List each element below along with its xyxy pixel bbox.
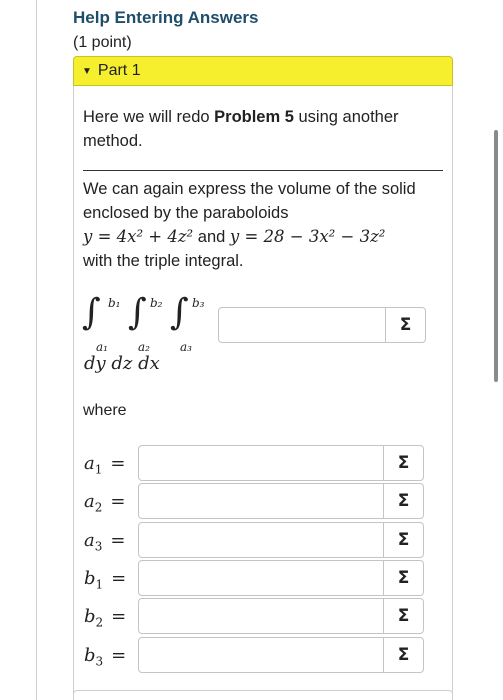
upper-limit-2: b₂ — [150, 296, 163, 310]
integral-sign-2: ∫ — [128, 292, 147, 333]
sigma-icon[interactable]: Σ — [383, 446, 423, 480]
integrand-input[interactable] — [219, 308, 385, 342]
intro-text: Here we will redo Problem 5 using anothe… — [83, 108, 399, 150]
lower-limit-3: a₃ — [180, 340, 192, 354]
points-label: (1 point) — [73, 34, 132, 51]
sigma-icon[interactable]: Σ — [385, 308, 425, 342]
upper-limit-1: b₁ — [108, 296, 121, 310]
sigma-icon[interactable]: Σ — [383, 638, 423, 672]
limit-label-b3: b3 = — [84, 645, 127, 669]
lower-limit-1: a₁ — [96, 340, 108, 354]
problem-ref: Problem 5 — [214, 108, 294, 126]
limit-input-a3[interactable] — [139, 523, 383, 557]
integral-sign-1: ∫ — [82, 292, 101, 333]
page-title[interactable]: Help Entering Answers — [73, 8, 258, 28]
limit-input-a2[interactable] — [139, 484, 383, 518]
limit-input-a1[interactable] — [139, 446, 383, 480]
limit-label-a2: a2 = — [84, 491, 126, 515]
limit-answer-box-a2: Σ — [138, 483, 424, 519]
limit-input-b3[interactable] — [139, 638, 383, 672]
limit-input-b1[interactable] — [139, 561, 383, 595]
equation-1: y = 4x² + 4z² — [83, 227, 194, 246]
where-label: where — [83, 402, 127, 419]
limit-answer-box-a1: Σ — [138, 445, 424, 481]
sigma-icon[interactable]: Σ — [383, 523, 423, 557]
differentials: dy dz dx — [84, 353, 160, 374]
equation-2: y = 28 − 3x² − 3z² — [229, 227, 386, 246]
limit-label-b2: b2 = — [84, 606, 127, 630]
sigma-icon[interactable]: Σ — [383, 599, 423, 633]
sigma-icon[interactable]: Σ — [383, 561, 423, 595]
limit-label-b1: b1 = — [84, 568, 127, 592]
next-panel-edge — [73, 690, 453, 700]
triangle-down-icon: ▼ — [82, 65, 92, 77]
statement-text: We can again express the volume of the s… — [83, 180, 416, 270]
limit-answer-box-b1: Σ — [138, 560, 424, 596]
limit-answer-box-a3: Σ — [138, 522, 424, 558]
upper-limit-3: b₃ — [192, 296, 205, 310]
scrollbar[interactable] — [494, 130, 498, 382]
integral-sign-3: ∫ — [170, 292, 189, 333]
limit-answer-box-b3: Σ — [138, 637, 424, 673]
limit-answer-box-b2: Σ — [138, 598, 424, 634]
lower-limit-2: a₂ — [138, 340, 150, 354]
limit-label-a3: a3 = — [84, 530, 126, 554]
part-label: Part 1 — [97, 62, 141, 79]
sigma-icon[interactable]: Σ — [383, 484, 423, 518]
integrand-answer-box: Σ — [218, 307, 426, 343]
limit-label-a1: a1 = — [84, 453, 126, 477]
left-divider — [36, 0, 37, 700]
part-toggle[interactable]: ▼ Part 1 — [73, 56, 453, 86]
divider — [83, 170, 443, 171]
limit-input-b2[interactable] — [139, 599, 383, 633]
